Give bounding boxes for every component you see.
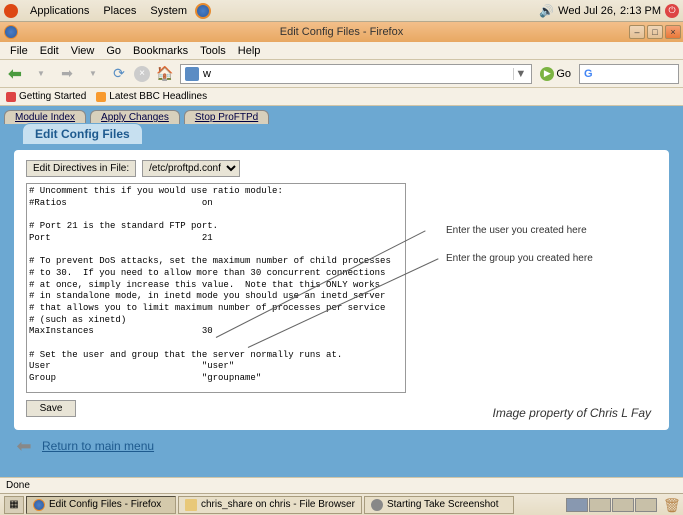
menu-go[interactable]: Go [100,43,127,59]
workspace-3[interactable] [612,498,634,512]
url-input[interactable] [203,68,513,80]
content-area: Edit Config Files Edit Directives in Fil… [0,124,683,477]
return-link[interactable]: Return to main menu [42,439,154,453]
navigation-toolbar: ⬅ ▼ ➡ ▼ ⟳ × 🏠 ▼ ▶ Go G [0,60,683,88]
url-bar[interactable]: ▼ [180,64,532,84]
edit-directives-button[interactable]: Edit Directives in File: [26,160,136,177]
tab-stop-proftpd[interactable]: Stop ProFTPd [184,110,269,124]
back-button[interactable]: ⬅ [4,63,26,85]
firefox-window-icon [4,25,18,39]
system-menu[interactable]: System [144,3,193,19]
applications-menu[interactable]: Applications [24,3,95,19]
places-menu[interactable]: Places [97,3,142,19]
taskbar-nautilus[interactable]: chris_share on chris - File Browser [178,496,362,514]
go-label: Go [556,68,571,80]
site-icon [185,67,199,81]
firefox-launcher-icon[interactable] [195,3,211,19]
main-panel: Edit Directives in File: /etc/proftpd.co… [14,150,669,430]
tab-apply-changes[interactable]: Apply Changes [90,110,180,124]
workspace-1[interactable] [566,498,588,512]
window-title: Edit Config Files - Firefox [280,26,403,38]
status-text: Done [6,480,30,491]
show-desktop-button[interactable]: ▦ [4,496,24,514]
status-bar: Done [0,477,683,493]
close-button[interactable]: × [665,25,681,39]
menu-tools[interactable]: Tools [194,43,232,59]
bookmark-getting-started[interactable]: Getting Started [6,91,86,102]
workspace-switcher[interactable] [566,498,657,512]
workspace-2[interactable] [589,498,611,512]
reload-button[interactable]: ⟳ [108,63,130,85]
bookmarks-toolbar: Getting Started Latest BBC Headlines [0,88,683,106]
gnome-top-panel: Applications Places System 🔊 Wed Jul 26,… [0,0,683,22]
volume-icon[interactable]: 🔊 [539,4,554,18]
taskbar-firefox[interactable]: Edit Config Files - Firefox [26,496,176,514]
power-icon[interactable]: ⏻ [665,4,679,18]
folder-icon [185,499,197,511]
url-dropdown[interactable]: ▼ [513,68,527,80]
clock-date[interactable]: Wed Jul 26, [558,5,616,17]
menu-view[interactable]: View [65,43,101,59]
bookmark-icon [6,92,16,102]
window-titlebar: Edit Config Files - Firefox – □ × [0,22,683,42]
forward-dropdown[interactable]: ▼ [82,63,104,85]
config-editor[interactable] [26,183,406,393]
bookmark-bbc[interactable]: Latest BBC Headlines [96,91,207,102]
google-icon: G [584,68,593,80]
search-box[interactable]: G [579,64,679,84]
tab-module-index[interactable]: Module Index [4,110,86,124]
ubuntu-logo-icon [4,4,18,18]
firefox-icon [33,499,45,511]
taskbar-screenshot[interactable]: Starting Take Screenshot [364,496,514,514]
go-button[interactable]: ▶ Go [536,67,575,81]
trash-icon[interactable]: 🗑 [663,497,679,513]
webmin-tabbar: Module Index Apply Changes Stop ProFTPd [0,106,683,124]
annotation-user: Enter the user you created here [446,225,587,236]
back-dropdown[interactable]: ▼ [30,63,52,85]
save-button[interactable]: Save [26,400,76,417]
stop-button[interactable]: × [134,66,150,82]
annotation-group: Enter the group you created here [446,253,593,264]
clock-time[interactable]: 2:13 PM [620,5,661,17]
page-title: Edit Config Files [22,123,143,144]
menu-bookmarks[interactable]: Bookmarks [127,43,194,59]
watermark: Image property of Chris L Fay [492,406,651,420]
menu-help[interactable]: Help [232,43,267,59]
go-icon: ▶ [540,67,554,81]
return-arrow-icon: ⬅ [14,436,34,456]
menu-edit[interactable]: Edit [34,43,65,59]
rss-icon [96,92,106,102]
camera-icon [371,499,383,511]
minimize-button[interactable]: – [629,25,645,39]
file-select[interactable]: /etc/proftpd.conf [142,160,240,177]
menu-file[interactable]: File [4,43,34,59]
workspace-4[interactable] [635,498,657,512]
home-button[interactable]: 🏠 [154,63,176,85]
forward-button[interactable]: ➡ [56,63,78,85]
maximize-button[interactable]: □ [647,25,663,39]
firefox-menubar: File Edit View Go Bookmarks Tools Help [0,42,683,60]
